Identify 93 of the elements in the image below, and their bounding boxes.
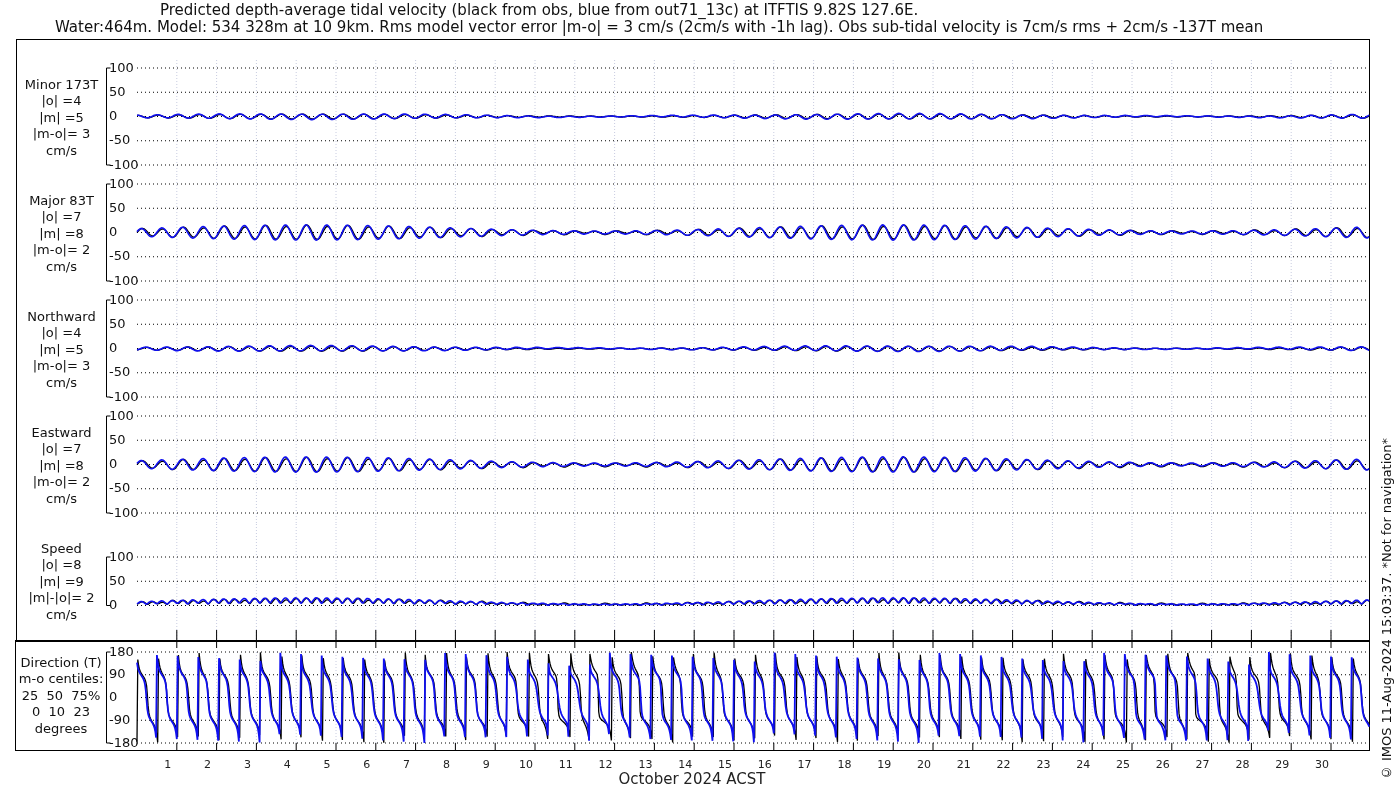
tick-label: 50 xyxy=(109,315,126,331)
day-label: 15 xyxy=(718,758,732,772)
panel-stat: cm/s xyxy=(46,143,77,160)
day-label: 9 xyxy=(482,758,490,772)
panel-stat: 25 50 75% xyxy=(21,687,101,705)
tick-label: 0 xyxy=(109,689,118,705)
day-label: 27 xyxy=(1195,758,1210,772)
day-label: 8 xyxy=(442,758,450,772)
day-label: 21 xyxy=(956,758,971,772)
day-label: 4 xyxy=(283,758,291,772)
day-label: 29 xyxy=(1275,758,1290,772)
y-axis xyxy=(106,556,111,607)
panel-title: Major 83T xyxy=(29,192,94,210)
tick-label: 50 xyxy=(109,83,126,99)
day-label: 12 xyxy=(598,758,613,772)
day-label: 22 xyxy=(996,758,1011,772)
copyright-notice: © IMOS 11-Aug-2024 15:03:37. *Not for navigation* xyxy=(1378,437,1394,780)
panel-stat: |o| =8 xyxy=(41,557,82,574)
day-label: 7 xyxy=(403,758,411,772)
tick-label: 100 xyxy=(109,59,134,75)
day-label: 3 xyxy=(243,758,251,772)
tick-label: -50 xyxy=(109,480,131,496)
tick-label: 0 xyxy=(109,108,118,124)
panel-stat: |m-o|= 2 xyxy=(32,474,91,492)
day-label: 30 xyxy=(1315,758,1329,772)
day-label: 6 xyxy=(363,758,371,772)
panel-stat: |o| =7 xyxy=(41,209,82,226)
panel-stat: 0 10 23 xyxy=(32,704,90,722)
panel-stat: |m| =5 xyxy=(39,109,84,127)
day-label: 24 xyxy=(1076,758,1091,772)
day-label: 11 xyxy=(558,758,573,772)
panel-stat: |m-o|= 2 xyxy=(32,242,91,260)
day-label: 28 xyxy=(1235,758,1250,772)
panel-stat: |m| =5 xyxy=(39,341,84,359)
day-label: 17 xyxy=(797,758,812,772)
panel-stat: |m-o|= 3 xyxy=(32,358,91,376)
day-label: 1 xyxy=(164,758,172,772)
tick-label: 0 xyxy=(109,224,118,240)
panel-stat: m-o centiles: xyxy=(18,671,104,688)
tick-label: 100 xyxy=(109,175,134,191)
tick-label: 100 xyxy=(109,407,134,423)
panel-stat: degrees xyxy=(34,721,88,738)
panel-stat: |m| =8 xyxy=(39,225,84,243)
day-label: 13 xyxy=(638,758,653,772)
tick-label: -50 xyxy=(109,364,131,380)
tick-label: -50 xyxy=(109,132,131,148)
tick-label: -100 xyxy=(109,156,139,172)
panel-stat: |o| =7 xyxy=(41,441,82,458)
tick-label: -100 xyxy=(109,504,139,520)
panel-stat: |o| =4 xyxy=(41,93,82,110)
tick-label: 0 xyxy=(109,597,118,613)
panel-title: Minor 173T xyxy=(24,76,99,94)
panel-stat: |m|-|o|= 2 xyxy=(28,590,95,608)
axis-label: October 2024 ACST xyxy=(618,770,766,789)
panel-stat: cm/s xyxy=(46,491,77,508)
tick-label: 50 xyxy=(109,572,126,588)
tick-label: -180 xyxy=(109,734,139,750)
tick-label: -100 xyxy=(109,272,139,288)
tick-label: 180 xyxy=(109,643,134,659)
day-label: 10 xyxy=(519,758,533,772)
panel-title: Direction (T) xyxy=(20,654,102,672)
tick-label: 0 xyxy=(109,340,118,356)
tick-label: -100 xyxy=(109,388,139,404)
panel-stat: |m| =8 xyxy=(39,457,84,475)
panel-title: Eastward xyxy=(31,424,92,442)
day-label: 26 xyxy=(1155,758,1170,772)
panel-title: Speed xyxy=(41,540,82,558)
day-label: 14 xyxy=(678,758,693,772)
chart-title: Water:464m. Model: 534 328m at 10 9km. Rms model vector error |m-o| = 3 cm/s (2cm/s with -1h lag). Obs sub-tidal velocity is 7cm/s rms + 2cm/s -137T mean xyxy=(55,19,1265,36)
tick-label: 100 xyxy=(109,548,134,564)
tick-label: 0 xyxy=(109,456,118,472)
panel-stat: cm/s xyxy=(46,259,77,276)
tick-label: 100 xyxy=(109,291,134,307)
tick-label: 50 xyxy=(109,199,126,215)
day-label: 23 xyxy=(1036,758,1051,772)
panel-title: Northward xyxy=(27,308,96,326)
tick-label: 50 xyxy=(109,431,126,447)
day-label: 16 xyxy=(757,758,772,772)
panel-stat: cm/s xyxy=(46,607,77,624)
day-label: 19 xyxy=(877,758,892,772)
panel-stat: |m-o|= 3 xyxy=(32,126,91,144)
tick-label: -90 xyxy=(109,711,131,727)
chart-title: Predicted depth-average tidal velocity (black from obs, blue from out71_13c) at ITFTIS 9.82S 127.6E. xyxy=(160,2,920,19)
tick-label: -50 xyxy=(109,248,131,264)
day-label: 20 xyxy=(917,758,931,772)
panel-stat: |o| =4 xyxy=(41,325,82,342)
day-label: 2 xyxy=(204,758,212,772)
day-label: 25 xyxy=(1116,758,1130,772)
tick-label: 90 xyxy=(109,666,126,682)
day-label: 18 xyxy=(837,758,852,772)
panel-stat: |m| =9 xyxy=(39,573,84,591)
panel-stat: cm/s xyxy=(46,375,77,392)
day-label: 5 xyxy=(323,758,331,772)
